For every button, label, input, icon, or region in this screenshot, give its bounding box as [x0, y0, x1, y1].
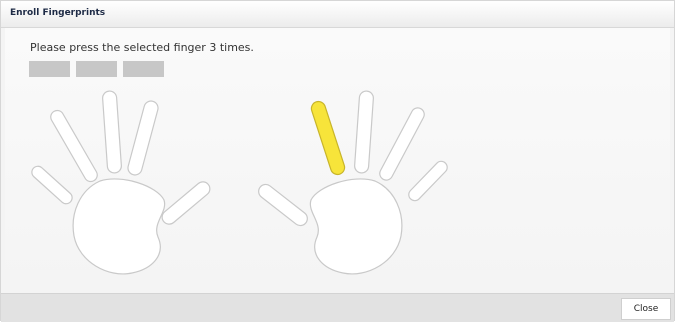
- finger-right-middle[interactable]: [354, 90, 374, 174]
- finger-left-ring[interactable]: [48, 108, 99, 184]
- right-hand: [256, 90, 449, 275]
- finger-right-pinky[interactable]: [406, 159, 449, 203]
- finger-left-pinky[interactable]: [29, 164, 74, 206]
- right-palm: [309, 178, 403, 275]
- left-hand: [29, 90, 212, 275]
- close-button[interactable]: Close: [621, 298, 671, 320]
- finger-left-middle[interactable]: [102, 90, 122, 174]
- hands-diagram: [29, 90, 449, 275]
- finger-left-thumb[interactable]: [159, 179, 212, 227]
- finger-left-index[interactable]: [126, 99, 159, 176]
- finger-right-index[interactable]: [310, 100, 347, 177]
- finger-right-thumb[interactable]: [256, 182, 310, 229]
- left-palm: [72, 178, 166, 275]
- finger-right-ring[interactable]: [377, 106, 426, 183]
